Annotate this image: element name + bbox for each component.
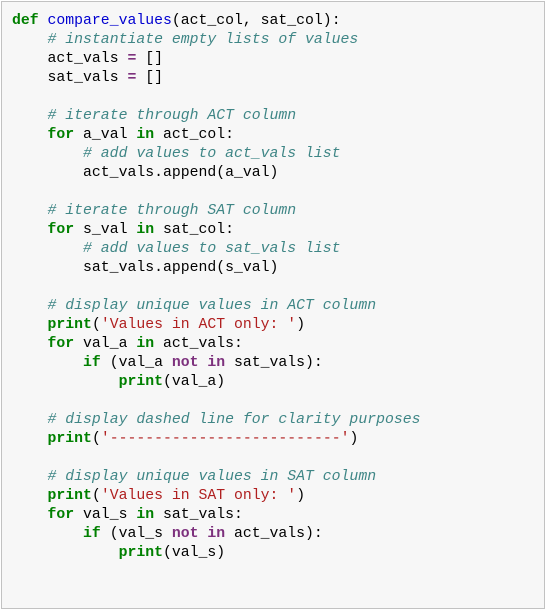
keyword-print: print — [48, 488, 92, 504]
keyword-in: in — [136, 127, 154, 143]
paren: ( — [92, 317, 101, 333]
string-literal: '--------------------------' — [101, 431, 350, 447]
comment: # display unique values in SAT column — [48, 469, 377, 485]
keyword-for: for — [48, 507, 75, 523]
code-text: s_val — [74, 222, 136, 238]
keyword-print: print — [48, 431, 92, 447]
comment: # display dashed line for clarity purpos… — [48, 412, 421, 428]
keyword-in: in — [136, 336, 154, 352]
code-text: (val_a) — [163, 374, 225, 390]
operator-eq: = — [127, 51, 136, 67]
function-params: (act_col, sat_col): — [172, 13, 341, 29]
keyword-print: print — [119, 545, 163, 561]
keyword-in: in — [136, 507, 154, 523]
comment: # add values to sat_vals list — [83, 241, 341, 257]
paren: ) — [349, 431, 358, 447]
operator-not-in: not in — [172, 526, 225, 542]
code-text: act_vals: — [154, 336, 243, 352]
code-text: (val_s — [101, 526, 172, 542]
comment: # add values to act_vals list — [83, 146, 341, 162]
paren: ) — [296, 317, 305, 333]
string-literal: 'Values in ACT only: ' — [101, 317, 296, 333]
code-text: [] — [136, 70, 163, 86]
code-text: val_s — [74, 507, 136, 523]
code-text: sat_vals): — [225, 355, 323, 371]
comment: # display unique values in ACT column — [48, 298, 377, 314]
keyword-for: for — [48, 222, 75, 238]
code-text: sat_vals: — [154, 507, 243, 523]
keyword-print: print — [119, 374, 163, 390]
keyword-if: if — [83, 526, 101, 542]
keyword-if: if — [83, 355, 101, 371]
keyword-for: for — [48, 336, 75, 352]
code-text: val_a — [74, 336, 136, 352]
function-name: compare_values — [48, 13, 172, 29]
keyword-def: def — [12, 13, 39, 29]
paren: ( — [92, 488, 101, 504]
code-text: sat_col: — [154, 222, 234, 238]
paren: ( — [92, 431, 101, 447]
code-block: def compare_values(act_col, sat_col): # … — [1, 1, 545, 609]
comment: # iterate through ACT column — [48, 108, 297, 124]
code-text: act_vals — [48, 51, 128, 67]
keyword-for: for — [48, 127, 75, 143]
code-text: act_vals): — [225, 526, 323, 542]
comment: # instantiate empty lists of values — [48, 32, 359, 48]
keyword-in: in — [136, 222, 154, 238]
code-text: (val_a — [101, 355, 172, 371]
keyword-print: print — [48, 317, 92, 333]
paren: ) — [296, 488, 305, 504]
string-literal: 'Values in SAT only: ' — [101, 488, 296, 504]
comment: # iterate through SAT column — [48, 203, 297, 219]
code-text: act_vals.append(a_val) — [83, 165, 278, 181]
code-text: sat_vals.append(s_val) — [83, 260, 278, 276]
code-text: a_val — [74, 127, 136, 143]
code-text: [] — [136, 51, 163, 67]
code-content: def compare_values(act_col, sat_col): # … — [12, 12, 534, 563]
code-text: act_col: — [154, 127, 234, 143]
operator-eq: = — [127, 70, 136, 86]
code-text: sat_vals — [48, 70, 128, 86]
code-text: (val_s) — [163, 545, 225, 561]
operator-not-in: not in — [172, 355, 225, 371]
